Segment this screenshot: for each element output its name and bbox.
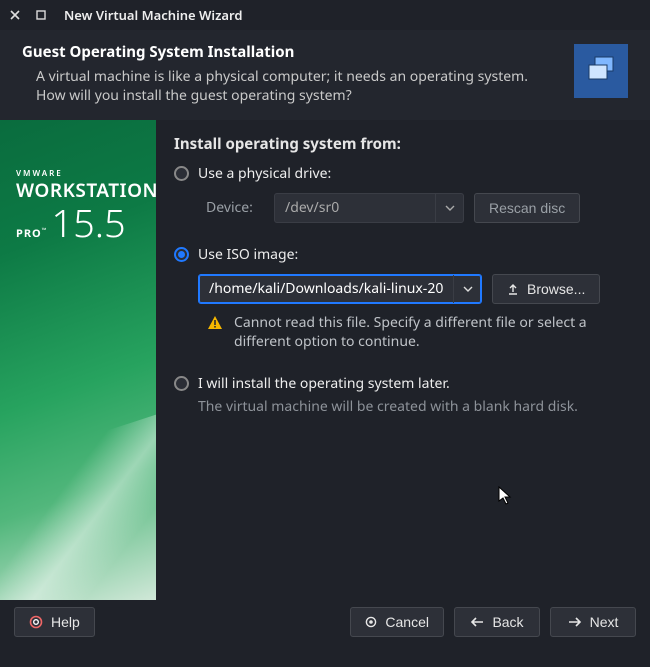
- option-physical-drive: Use a physical drive: Device: /dev/sr0 R…: [174, 164, 636, 223]
- help-icon: [29, 615, 43, 629]
- wizard-footer: Help Cancel Back Next: [0, 600, 650, 644]
- option-physical-label[interactable]: Use a physical drive:: [198, 164, 331, 183]
- iso-path-input[interactable]: /home/kali/Downloads/kali-linux-20: [198, 274, 482, 304]
- wizard-header: Guest Operating System Installation A vi…: [0, 30, 650, 120]
- device-label: Device:: [206, 198, 264, 217]
- main-heading: Install operating system from:: [174, 134, 636, 154]
- arrow-right-icon: [568, 617, 582, 627]
- radio-install-later[interactable]: [174, 376, 189, 391]
- option-iso-image: Use ISO image: /home/kali/Downloads/kali…: [174, 245, 636, 352]
- window-title: New Virtual Machine Wizard: [64, 6, 243, 24]
- chevron-down-icon[interactable]: [435, 194, 463, 222]
- option-later-label[interactable]: I will install the operating system late…: [198, 374, 450, 393]
- brand-logo: VMWARE WORKSTATION PRO™ 15.5: [16, 168, 156, 249]
- option-later-desc: The virtual machine will be created with…: [198, 397, 636, 416]
- close-icon[interactable]: [8, 8, 22, 22]
- cancel-icon: [365, 616, 377, 628]
- wizard-main: Install operating system from: Use a phy…: [156, 120, 650, 600]
- header-title: Guest Operating System Installation: [22, 42, 560, 62]
- radio-physical-drive[interactable]: [174, 166, 189, 181]
- radio-iso-image[interactable]: [174, 247, 189, 262]
- chevron-down-icon[interactable]: [453, 275, 481, 303]
- next-button[interactable]: Next: [550, 607, 636, 637]
- wizard-header-icon: [574, 44, 628, 98]
- arrow-left-icon: [470, 617, 484, 627]
- help-button[interactable]: Help: [14, 607, 95, 637]
- iso-warning-text: Cannot read this file. Specify a differe…: [234, 314, 636, 352]
- upload-icon: [507, 283, 519, 295]
- option-iso-label[interactable]: Use ISO image:: [198, 245, 298, 264]
- wizard-sidebar: VMWARE WORKSTATION PRO™ 15.5: [0, 120, 156, 600]
- option-install-later: I will install the operating system late…: [174, 374, 636, 416]
- browse-button[interactable]: Browse...: [492, 274, 600, 304]
- titlebar: New Virtual Machine Wizard: [0, 0, 650, 30]
- back-button[interactable]: Back: [454, 607, 540, 637]
- cancel-button[interactable]: Cancel: [350, 607, 444, 637]
- warning-icon: [206, 314, 224, 332]
- rescan-disc-button[interactable]: Rescan disc: [474, 193, 580, 223]
- device-select[interactable]: /dev/sr0: [274, 193, 464, 223]
- header-subtitle: A virtual machine is like a physical com…: [22, 68, 560, 106]
- maximize-icon[interactable]: [34, 8, 48, 22]
